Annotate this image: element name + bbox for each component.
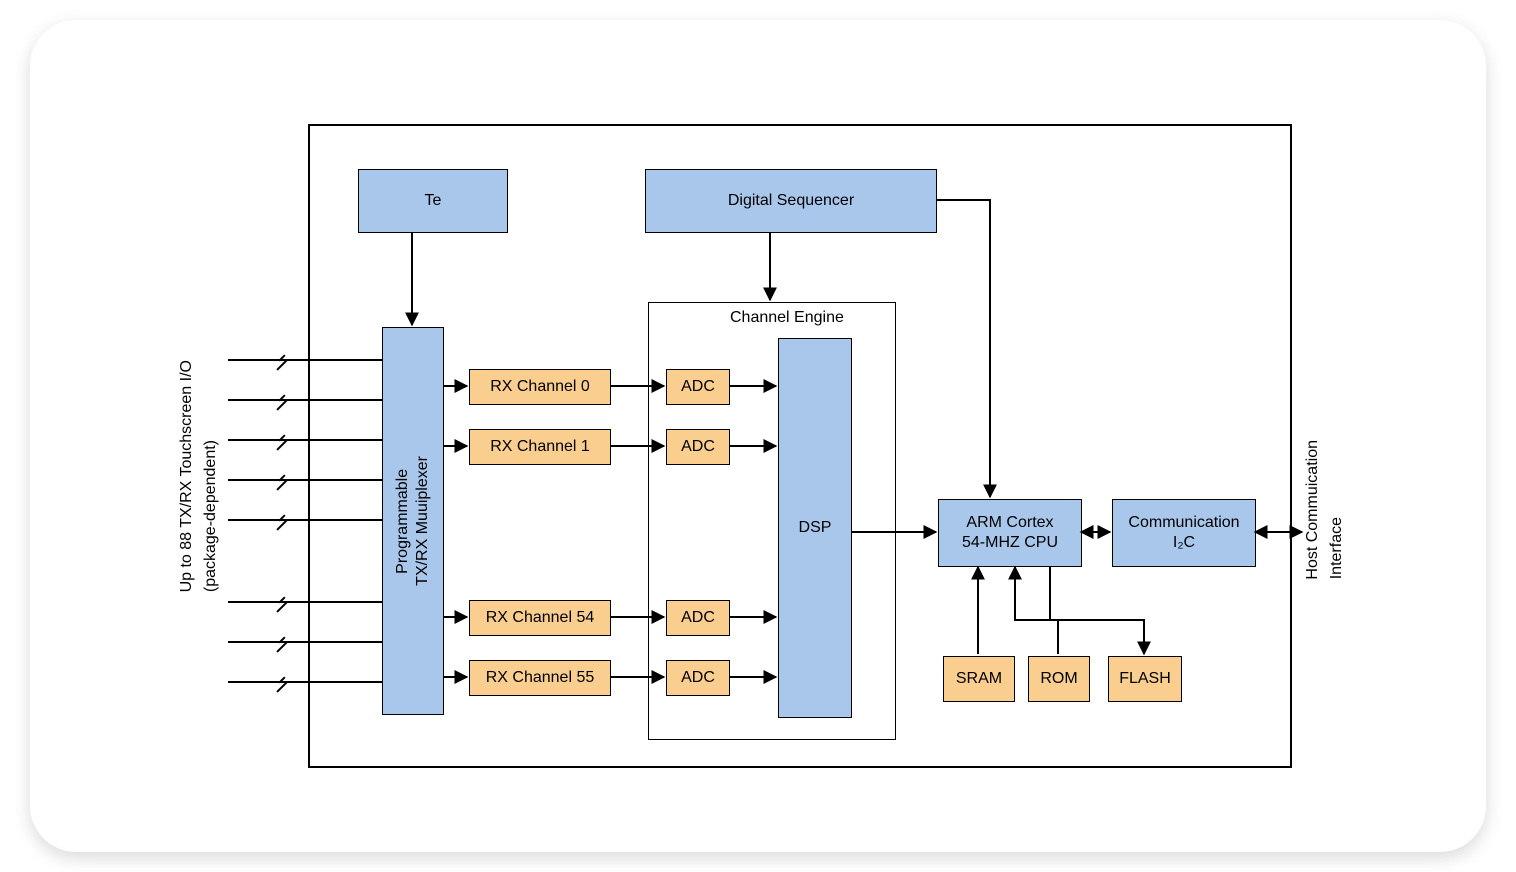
connections [30, 20, 1486, 852]
diagram-stage: Channel Engine Up to 88 TX/RX Touchscree… [30, 20, 1486, 852]
